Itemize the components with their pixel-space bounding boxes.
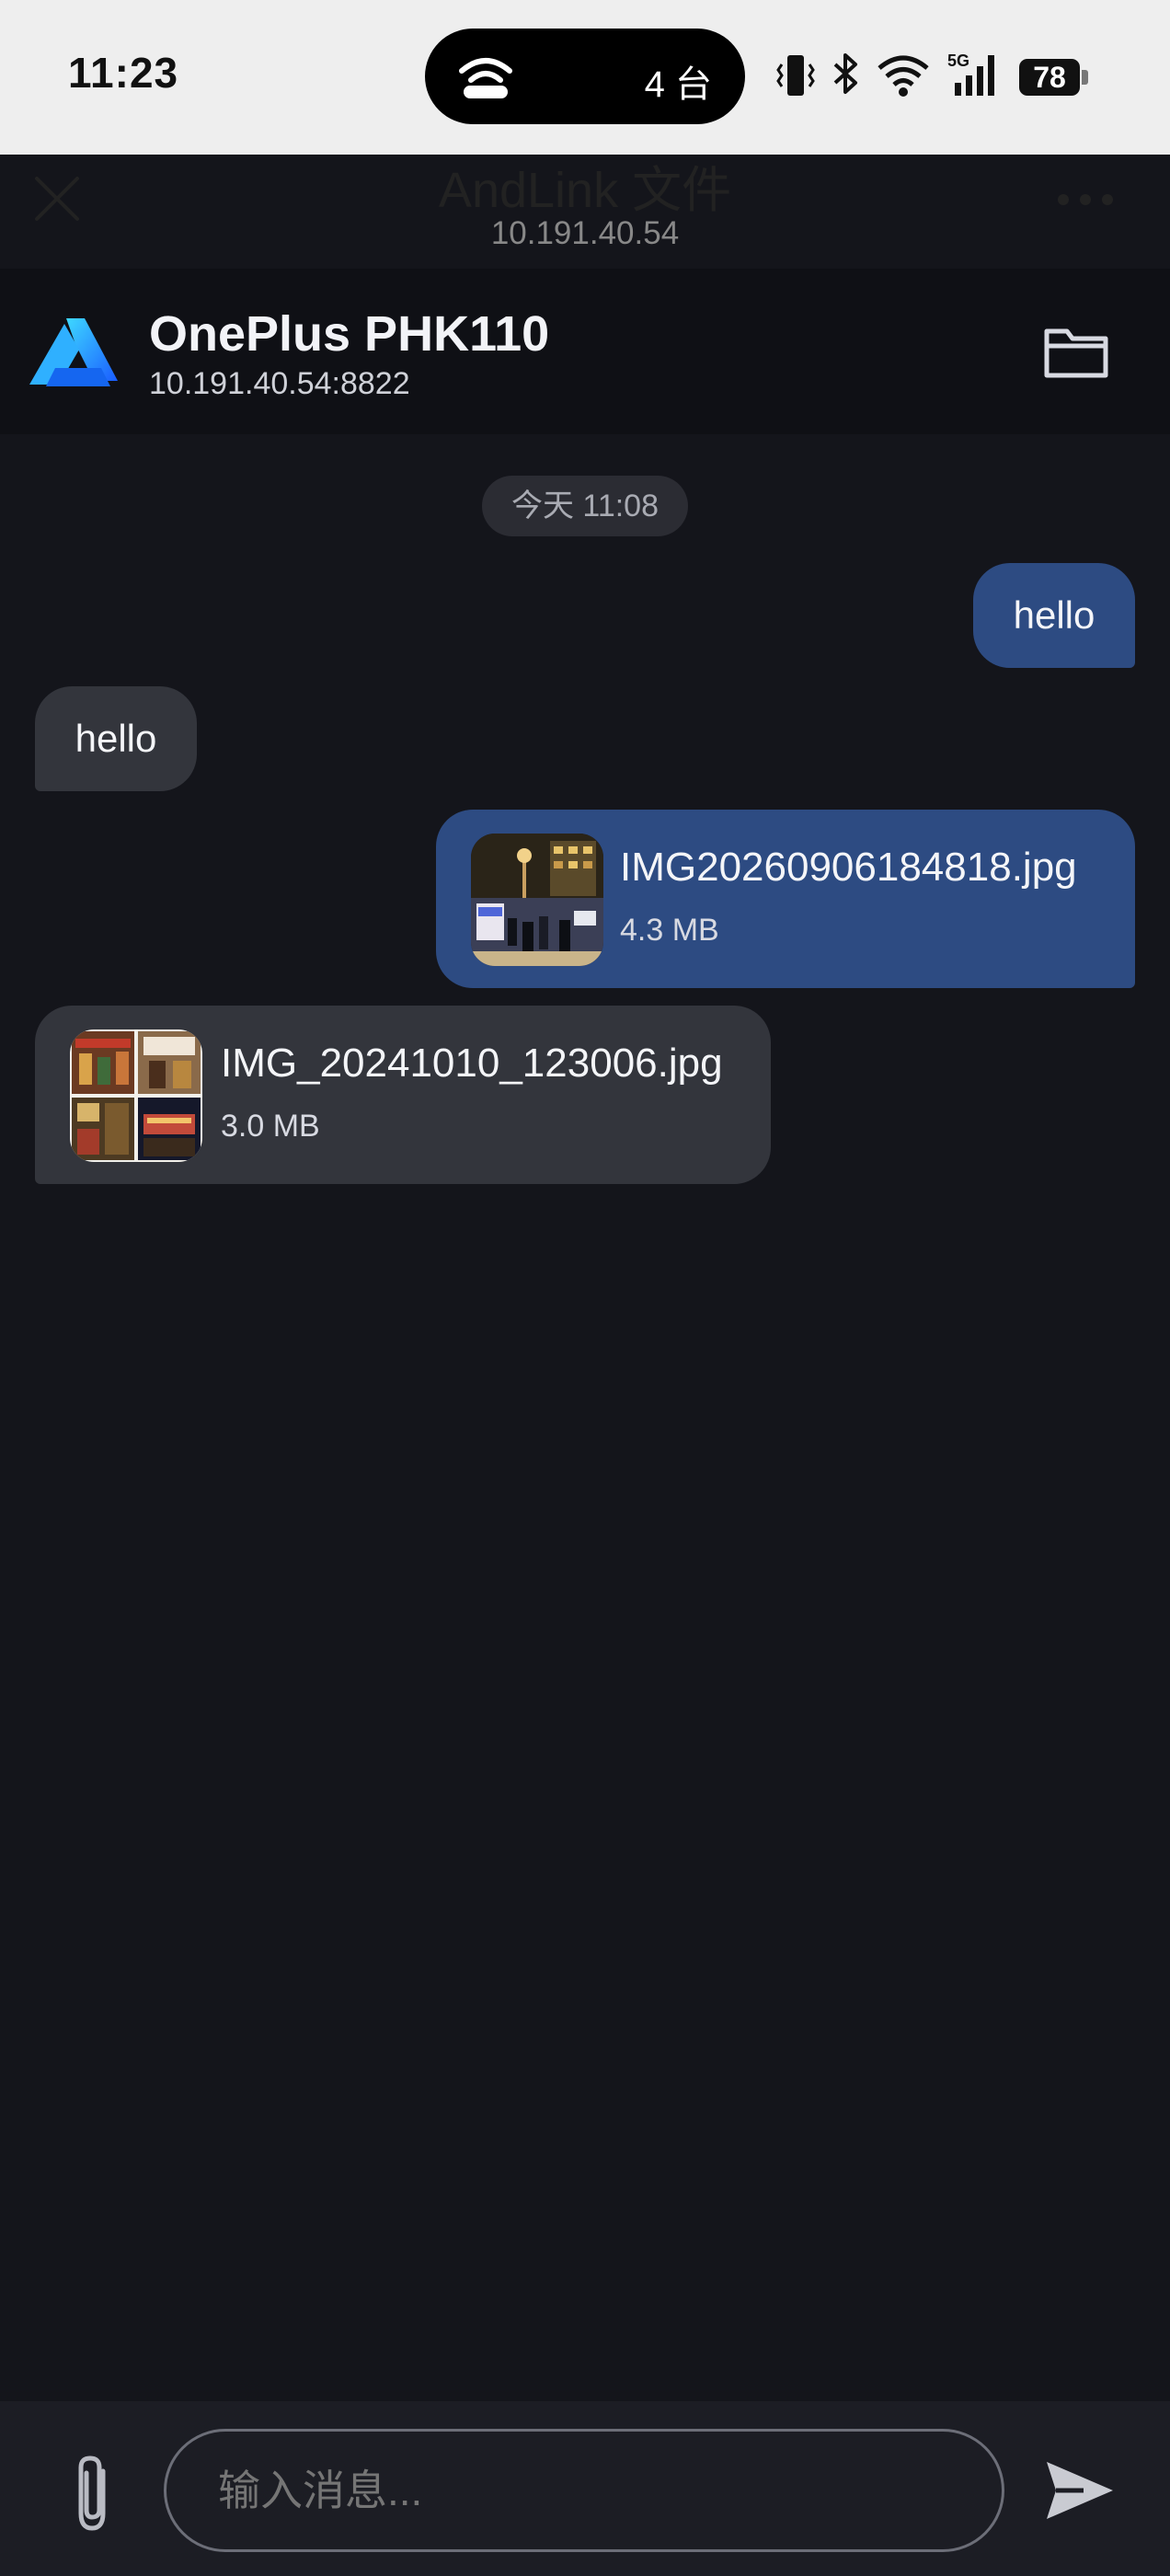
message-text: hello (75, 717, 157, 760)
device-address: 10.191.40.54:8822 (149, 366, 410, 401)
file-size: 4.3 MB (620, 913, 719, 948)
dynamic-island[interactable]: 4 台 (425, 29, 745, 124)
attach-icon[interactable] (66, 2453, 121, 2536)
status-bar: 11:23 4 台 5G 78 AndLink 文件 10.191.40.54 (0, 0, 1170, 251)
date-divider: 今天 11:08 (482, 476, 688, 536)
device-name: OnePlus PHK110 (149, 306, 550, 362)
message-bubble-in[interactable]: hello (35, 686, 197, 791)
message-bubble-out[interactable]: hello (973, 563, 1135, 668)
file-name: IMG_20241010_123006.jpg (221, 1041, 723, 1086)
app-screen: 11:23 4 台 5G 78 AndLink 文件 10.191.40.54 … (0, 0, 1170, 2576)
island-count: 4 台 (644, 64, 712, 105)
device-header: OnePlus PHK110 10.191.40.54:8822 (0, 269, 1170, 434)
send-icon[interactable] (1043, 2458, 1117, 2523)
battery-tip (1082, 70, 1088, 85)
app-logo-icon (29, 318, 118, 386)
vibrate-icon (776, 55, 815, 96)
page-subtitle: 10.191.40.54 (490, 215, 680, 251)
wifi-icon (878, 55, 929, 97)
network-label: 5G (947, 52, 969, 70)
folder-icon[interactable] (1041, 322, 1111, 381)
message-text: hello (1013, 593, 1095, 637)
battery-indicator: 78 (1019, 59, 1080, 96)
bluetooth-icon (833, 53, 857, 94)
file-message-out[interactable]: IMG20260906184818.jpg 4.3 MB (436, 810, 1135, 988)
signal-icon: 5G (947, 52, 994, 96)
image-thumbnail[interactable] (70, 1029, 202, 1162)
more-icon[interactable] (1056, 186, 1115, 213)
composer-bar (0, 2401, 1170, 2576)
file-name: IMG20260906184818.jpg (620, 845, 1077, 890)
hotspot-icon (459, 58, 512, 98)
file-size: 3.0 MB (221, 1109, 320, 1144)
page-title: AndLink 文件 (438, 163, 732, 218)
file-message-in[interactable]: IMG_20241010_123006.jpg 3.0 MB (35, 1006, 771, 1184)
message-input[interactable] (164, 2429, 1004, 2552)
status-time: 11:23 (68, 49, 179, 97)
image-thumbnail[interactable] (471, 834, 603, 966)
